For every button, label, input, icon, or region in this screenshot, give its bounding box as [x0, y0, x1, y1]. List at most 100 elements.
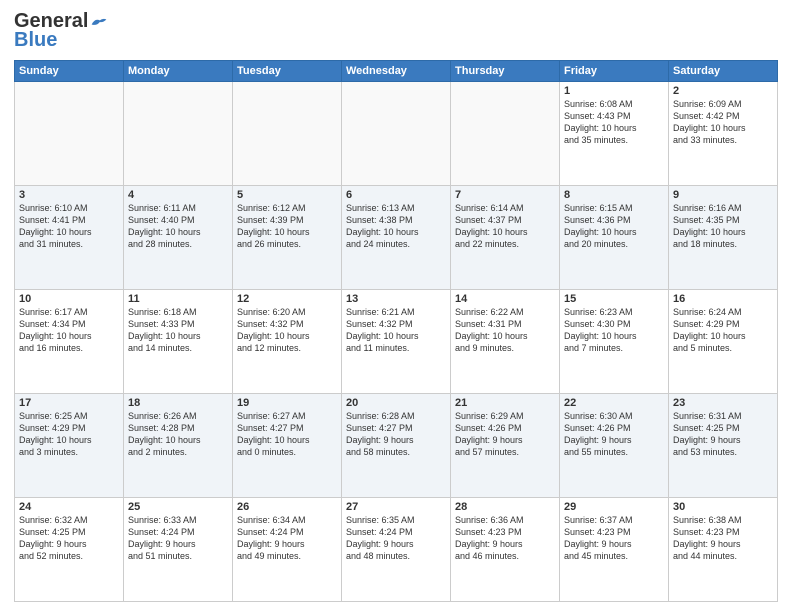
page-header: General Blue	[14, 10, 778, 52]
day-info: Sunrise: 6:21 AMSunset: 4:32 PMDaylight:…	[346, 306, 446, 355]
day-number: 24	[19, 501, 119, 513]
calendar-cell: 22Sunrise: 6:30 AMSunset: 4:26 PMDayligh…	[560, 394, 669, 498]
calendar-cell: 27Sunrise: 6:35 AMSunset: 4:24 PMDayligh…	[342, 498, 451, 602]
weekday-header-wednesday: Wednesday	[342, 61, 451, 82]
day-info: Sunrise: 6:34 AMSunset: 4:24 PMDaylight:…	[237, 514, 337, 563]
day-number: 19	[237, 397, 337, 409]
day-number: 18	[128, 397, 228, 409]
calendar-cell: 10Sunrise: 6:17 AMSunset: 4:34 PMDayligh…	[15, 290, 124, 394]
calendar-cell: 8Sunrise: 6:15 AMSunset: 4:36 PMDaylight…	[560, 186, 669, 290]
day-info: Sunrise: 6:22 AMSunset: 4:31 PMDaylight:…	[455, 306, 555, 355]
weekday-header-tuesday: Tuesday	[233, 61, 342, 82]
day-info: Sunrise: 6:08 AMSunset: 4:43 PMDaylight:…	[564, 98, 664, 147]
day-info: Sunrise: 6:12 AMSunset: 4:39 PMDaylight:…	[237, 202, 337, 251]
calendar-header: SundayMondayTuesdayWednesdayThursdayFrid…	[15, 61, 778, 82]
calendar-cell	[124, 82, 233, 186]
calendar-cell: 7Sunrise: 6:14 AMSunset: 4:37 PMDaylight…	[451, 186, 560, 290]
calendar-week-4: 17Sunrise: 6:25 AMSunset: 4:29 PMDayligh…	[15, 394, 778, 498]
day-info: Sunrise: 6:20 AMSunset: 4:32 PMDaylight:…	[237, 306, 337, 355]
day-number: 1	[564, 85, 664, 97]
day-info: Sunrise: 6:37 AMSunset: 4:23 PMDaylight:…	[564, 514, 664, 563]
day-info: Sunrise: 6:31 AMSunset: 4:25 PMDaylight:…	[673, 410, 773, 459]
day-number: 30	[673, 501, 773, 513]
day-number: 7	[455, 189, 555, 201]
day-number: 6	[346, 189, 446, 201]
day-number: 15	[564, 293, 664, 305]
weekday-header-friday: Friday	[560, 61, 669, 82]
calendar-cell: 30Sunrise: 6:38 AMSunset: 4:23 PMDayligh…	[669, 498, 778, 602]
calendar-cell: 5Sunrise: 6:12 AMSunset: 4:39 PMDaylight…	[233, 186, 342, 290]
calendar-body: 1Sunrise: 6:08 AMSunset: 4:43 PMDaylight…	[15, 82, 778, 602]
day-number: 16	[673, 293, 773, 305]
calendar-table: SundayMondayTuesdayWednesdayThursdayFrid…	[14, 60, 778, 602]
calendar-cell: 2Sunrise: 6:09 AMSunset: 4:42 PMDaylight…	[669, 82, 778, 186]
calendar-cell: 19Sunrise: 6:27 AMSunset: 4:27 PMDayligh…	[233, 394, 342, 498]
day-number: 11	[128, 293, 228, 305]
calendar-cell: 14Sunrise: 6:22 AMSunset: 4:31 PMDayligh…	[451, 290, 560, 394]
calendar-cell: 13Sunrise: 6:21 AMSunset: 4:32 PMDayligh…	[342, 290, 451, 394]
calendar-cell	[451, 82, 560, 186]
calendar-cell: 20Sunrise: 6:28 AMSunset: 4:27 PMDayligh…	[342, 394, 451, 498]
day-info: Sunrise: 6:27 AMSunset: 4:27 PMDaylight:…	[237, 410, 337, 459]
calendar-cell: 15Sunrise: 6:23 AMSunset: 4:30 PMDayligh…	[560, 290, 669, 394]
day-info: Sunrise: 6:26 AMSunset: 4:28 PMDaylight:…	[128, 410, 228, 459]
day-number: 29	[564, 501, 664, 513]
day-number: 27	[346, 501, 446, 513]
logo: General Blue	[14, 10, 108, 52]
day-info: Sunrise: 6:32 AMSunset: 4:25 PMDaylight:…	[19, 514, 119, 563]
day-number: 20	[346, 397, 446, 409]
day-number: 3	[19, 189, 119, 201]
day-number: 22	[564, 397, 664, 409]
day-number: 21	[455, 397, 555, 409]
day-info: Sunrise: 6:25 AMSunset: 4:29 PMDaylight:…	[19, 410, 119, 459]
logo-text-blue: Blue	[14, 29, 57, 52]
day-info: Sunrise: 6:29 AMSunset: 4:26 PMDaylight:…	[455, 410, 555, 459]
day-info: Sunrise: 6:28 AMSunset: 4:27 PMDaylight:…	[346, 410, 446, 459]
calendar-cell: 6Sunrise: 6:13 AMSunset: 4:38 PMDaylight…	[342, 186, 451, 290]
day-info: Sunrise: 6:15 AMSunset: 4:36 PMDaylight:…	[564, 202, 664, 251]
weekday-header-saturday: Saturday	[669, 61, 778, 82]
calendar-page: General Blue SundayMondayTuesdayWednesda…	[0, 0, 792, 612]
day-info: Sunrise: 6:36 AMSunset: 4:23 PMDaylight:…	[455, 514, 555, 563]
day-number: 12	[237, 293, 337, 305]
weekday-header-row: SundayMondayTuesdayWednesdayThursdayFrid…	[15, 61, 778, 82]
day-info: Sunrise: 6:18 AMSunset: 4:33 PMDaylight:…	[128, 306, 228, 355]
day-info: Sunrise: 6:38 AMSunset: 4:23 PMDaylight:…	[673, 514, 773, 563]
calendar-cell: 9Sunrise: 6:16 AMSunset: 4:35 PMDaylight…	[669, 186, 778, 290]
day-number: 2	[673, 85, 773, 97]
day-info: Sunrise: 6:24 AMSunset: 4:29 PMDaylight:…	[673, 306, 773, 355]
calendar-cell: 24Sunrise: 6:32 AMSunset: 4:25 PMDayligh…	[15, 498, 124, 602]
calendar-cell: 18Sunrise: 6:26 AMSunset: 4:28 PMDayligh…	[124, 394, 233, 498]
day-info: Sunrise: 6:11 AMSunset: 4:40 PMDaylight:…	[128, 202, 228, 251]
calendar-cell: 1Sunrise: 6:08 AMSunset: 4:43 PMDaylight…	[560, 82, 669, 186]
calendar-cell: 23Sunrise: 6:31 AMSunset: 4:25 PMDayligh…	[669, 394, 778, 498]
logo-bird-icon	[90, 15, 108, 29]
day-number: 8	[564, 189, 664, 201]
day-info: Sunrise: 6:09 AMSunset: 4:42 PMDaylight:…	[673, 98, 773, 147]
calendar-cell: 26Sunrise: 6:34 AMSunset: 4:24 PMDayligh…	[233, 498, 342, 602]
weekday-header-monday: Monday	[124, 61, 233, 82]
day-number: 4	[128, 189, 228, 201]
weekday-header-thursday: Thursday	[451, 61, 560, 82]
day-number: 9	[673, 189, 773, 201]
calendar-week-5: 24Sunrise: 6:32 AMSunset: 4:25 PMDayligh…	[15, 498, 778, 602]
calendar-cell	[342, 82, 451, 186]
calendar-cell: 3Sunrise: 6:10 AMSunset: 4:41 PMDaylight…	[15, 186, 124, 290]
calendar-cell: 28Sunrise: 6:36 AMSunset: 4:23 PMDayligh…	[451, 498, 560, 602]
day-info: Sunrise: 6:30 AMSunset: 4:26 PMDaylight:…	[564, 410, 664, 459]
day-number: 25	[128, 501, 228, 513]
calendar-cell: 11Sunrise: 6:18 AMSunset: 4:33 PMDayligh…	[124, 290, 233, 394]
day-info: Sunrise: 6:10 AMSunset: 4:41 PMDaylight:…	[19, 202, 119, 251]
calendar-cell	[233, 82, 342, 186]
day-number: 26	[237, 501, 337, 513]
day-number: 13	[346, 293, 446, 305]
day-number: 10	[19, 293, 119, 305]
calendar-cell: 16Sunrise: 6:24 AMSunset: 4:29 PMDayligh…	[669, 290, 778, 394]
day-number: 14	[455, 293, 555, 305]
calendar-week-2: 3Sunrise: 6:10 AMSunset: 4:41 PMDaylight…	[15, 186, 778, 290]
calendar-cell: 29Sunrise: 6:37 AMSunset: 4:23 PMDayligh…	[560, 498, 669, 602]
calendar-cell	[15, 82, 124, 186]
calendar-week-1: 1Sunrise: 6:08 AMSunset: 4:43 PMDaylight…	[15, 82, 778, 186]
calendar-cell: 4Sunrise: 6:11 AMSunset: 4:40 PMDaylight…	[124, 186, 233, 290]
day-number: 23	[673, 397, 773, 409]
